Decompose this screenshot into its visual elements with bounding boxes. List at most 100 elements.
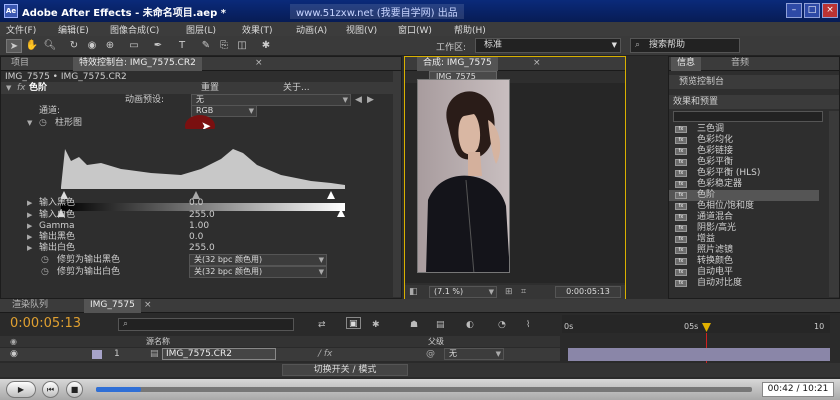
menu-animation[interactable]: 动画(A) (296, 23, 327, 36)
menu-file[interactable]: 文件(F) (6, 23, 36, 36)
clip-white-select[interactable]: 关(32 bpc 颜色用) ▼ (189, 266, 327, 278)
effect-item[interactable]: fx 通道混合 (669, 212, 819, 223)
effect-item[interactable]: fx 阴影/高光 (669, 223, 819, 234)
fx-switch-icon[interactable]: / fx (318, 348, 332, 360)
effect-item[interactable]: fx 色彩稳定器 (669, 179, 819, 190)
hide-shy-icon[interactable]: ☗ (410, 319, 418, 331)
effect-item[interactable]: fx 色相位/饱和度 (669, 201, 819, 212)
layer-row[interactable]: ◉ 1 ▤ IMG_7575.CR2 / fx @ 无 ▼ (0, 348, 560, 361)
clip-black-select[interactable]: 关(32 bpc 颜色用) ▼ (189, 254, 327, 266)
brainstorm-icon[interactable]: ◔ (498, 319, 506, 331)
zoom-select[interactable]: (7.1 %) ▼ (429, 286, 497, 298)
tab-render-queue[interactable]: 渲染队列 (6, 299, 54, 313)
menu-help[interactable]: 帮助(H) (454, 23, 486, 36)
effect-item[interactable]: fx 照片滤镜 (669, 245, 819, 256)
clone-tool-icon[interactable]: ⎘ (216, 39, 232, 53)
menu-effect[interactable]: 效果(T) (242, 23, 273, 36)
close-tab-icon[interactable]: × (533, 57, 541, 71)
stopwatch-icon[interactable]: ◷ (39, 117, 47, 129)
brush-tool-icon[interactable]: ✎ (198, 39, 214, 53)
stop-icon[interactable]: ■ (66, 381, 83, 398)
preset-prev-icon[interactable]: ◀ (355, 94, 362, 106)
histogram-graph[interactable] (61, 129, 345, 205)
playhead-icon[interactable] (702, 323, 711, 332)
toggle-switches-modes[interactable]: 切换开关 / 模式 (282, 364, 408, 376)
layer-duration-bar[interactable] (568, 348, 830, 361)
effect-item[interactable]: fx 增益 (669, 234, 819, 245)
effect-item[interactable]: fx 自动电平 (669, 267, 819, 278)
mask-tool-icon[interactable]: ▭ (126, 39, 142, 53)
workspace-select[interactable]: 标准 ▼ (475, 38, 621, 53)
close-tab-icon[interactable]: × (255, 57, 263, 71)
menu-window[interactable]: 窗口(W) (398, 23, 432, 36)
effect-item-selected[interactable]: fx 色阶 (669, 190, 819, 201)
effect-item[interactable]: fx 自动对比度 (669, 278, 819, 289)
grid-icon[interactable]: ⊞ (505, 286, 513, 298)
input-white-handle[interactable] (327, 191, 335, 199)
close-button[interactable]: × (822, 3, 838, 18)
pen-tool-icon[interactable]: ✒ (150, 39, 166, 53)
tab-project[interactable]: 项目 (5, 57, 35, 71)
effects-search-input[interactable] (673, 111, 823, 122)
timeline-timecode[interactable]: 0:00:05:13 (10, 316, 81, 331)
play-icon[interactable]: ▶ (6, 381, 36, 398)
layer-name[interactable]: IMG_7575.CR2 (162, 348, 276, 360)
preview-controls-header[interactable]: 预览控制台 (669, 75, 839, 89)
tab-composition[interactable]: 合成: IMG_7575 (417, 57, 498, 71)
tab-info[interactable]: 信息 (671, 57, 702, 71)
stopwatch-icon[interactable]: ◷ (41, 254, 49, 266)
effect-controls-scrollbar[interactable] (393, 71, 401, 297)
eye-icon[interactable]: ◉ (10, 336, 17, 348)
zoom-tool-icon[interactable]: 🔍︎ (42, 39, 58, 53)
menu-edit[interactable]: 编辑(E) (58, 23, 89, 36)
effect-item[interactable]: fx 转换颜色 (669, 256, 819, 267)
effects-presets-header[interactable]: 效果和预置 (669, 95, 839, 109)
effect-item[interactable]: fx 色彩平衡 (669, 157, 819, 168)
output-white-handle[interactable] (337, 209, 345, 217)
graph-editor-icon[interactable]: ⌇ (526, 319, 530, 331)
eraser-tool-icon[interactable]: ◫ (234, 39, 250, 53)
effect-item[interactable]: fx 三色调 (669, 124, 819, 135)
effect-item[interactable]: fx 色彩平衡 (HLS) (669, 168, 819, 179)
help-search-input[interactable]: ⌕ 搜索帮助 (630, 38, 740, 53)
close-tab-icon[interactable]: × (144, 299, 152, 313)
player-progress-track[interactable] (96, 387, 752, 392)
live-update-icon[interactable]: ▣ (346, 317, 361, 329)
effect-item[interactable]: fx 色彩均化 (669, 135, 819, 146)
param-value[interactable]: 255.0 (189, 242, 215, 254)
timeline-search-input[interactable]: ⌕ (118, 318, 294, 331)
menu-view[interactable]: 视图(V) (346, 23, 377, 36)
pan-behind-tool-icon[interactable]: ⊕ (102, 39, 118, 53)
selection-tool-icon[interactable]: ➤ (6, 39, 22, 53)
safe-zones-icon[interactable]: ⌗ (521, 286, 526, 298)
reset-link[interactable]: 重置 (201, 82, 219, 94)
menu-composition[interactable]: 图像合成(C) (110, 23, 159, 36)
menu-layer[interactable]: 图层(L) (186, 23, 216, 36)
collapse-triangle-icon[interactable]: ▼ (6, 82, 11, 94)
hand-tool-icon[interactable]: ✋ (24, 39, 40, 53)
visibility-eye-icon[interactable]: ◉ (10, 348, 18, 360)
previous-icon[interactable]: ⏮ (42, 381, 59, 398)
stopwatch-icon[interactable]: ◷ (41, 266, 49, 278)
text-tool-icon[interactable]: T (174, 39, 190, 53)
time-ruler[interactable]: 0s 05s 10 (562, 315, 830, 333)
parent-select[interactable]: 无 ▼ (444, 348, 504, 360)
effects-scrollbar[interactable] (829, 111, 839, 297)
preset-next-icon[interactable]: ▶ (367, 94, 374, 106)
param-value[interactable]: 0.0 (189, 197, 203, 209)
puppet-tool-icon[interactable]: ✱ (258, 39, 274, 53)
minimize-button[interactable]: – (786, 3, 802, 18)
comp-timecode[interactable]: 0:00:05:13 (555, 286, 621, 298)
histogram-triangle-icon[interactable]: ▼ (27, 117, 32, 129)
camera-tool-icon[interactable]: ◉ (84, 39, 100, 53)
effect-item[interactable]: fx 色彩链接 (669, 146, 819, 157)
motion-blur-icon[interactable]: ◐ (466, 319, 474, 331)
always-preview-icon[interactable]: ◧ (409, 286, 418, 298)
frame-blend-icon[interactable]: ▤ (436, 319, 445, 331)
rotate-tool-icon[interactable]: ↻ (66, 39, 82, 53)
tab-timeline-comp[interactable]: IMG_7575 (84, 299, 141, 313)
label-color-swatch[interactable] (92, 350, 102, 359)
maximize-button[interactable]: □ (804, 3, 820, 18)
fx-toggle[interactable]: fx (17, 82, 26, 94)
tab-audio[interactable]: 音频 (725, 57, 755, 71)
